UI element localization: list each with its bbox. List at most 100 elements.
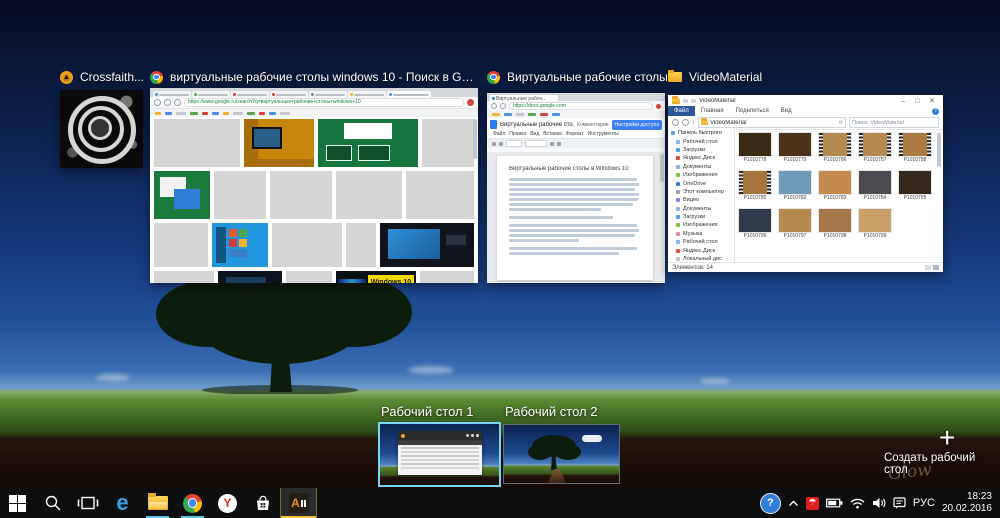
edge-icon: e <box>116 493 128 513</box>
language-indicator[interactable]: РУС <box>913 497 935 509</box>
edge-button[interactable]: e <box>105 488 140 518</box>
profile-icon <box>467 99 474 106</box>
task-view-icon <box>77 495 99 511</box>
mini-cloud <box>582 435 602 442</box>
file-item: P1010783 <box>818 171 852 201</box>
battery-icon[interactable] <box>826 498 843 508</box>
aimp-icon: ▲ <box>60 71 73 84</box>
file-explorer-button[interactable] <box>140 488 175 518</box>
explorer-file-grid: P1010778 P1010779 P1010786 P1010787 P101… <box>738 133 938 263</box>
docs-menubar: ФайлПравкаВид ВставкаФорматИнструменты <box>487 131 665 138</box>
start-button[interactable] <box>0 488 35 518</box>
new-desktop-plus-icon[interactable]: + <box>939 424 955 452</box>
desktop1-thumbnail[interactable] <box>378 422 501 487</box>
nav-pane-item: Изображения <box>668 171 734 179</box>
nav-pane-item: Документы <box>668 163 734 171</box>
explorer-title: VideoMaterial <box>699 98 736 104</box>
desktop2-thumbnail[interactable] <box>503 424 620 484</box>
docs-header: Виртуальные рабочие сто... Комментарии Н… <box>487 118 665 131</box>
doc-heading: Виртуальные рабочие столы в Windows 10 <box>509 166 641 172</box>
volume-icon[interactable] <box>872 497 886 509</box>
browser-toolbar: https://www.google.ru/search?q=виртуальн… <box>150 97 478 109</box>
task-view-button[interactable] <box>70 488 105 518</box>
scrollbar <box>473 119 477 159</box>
yandex-icon: Y <box>218 494 237 513</box>
task-thumbnail-docs[interactable]: Виртуальные рабоч... https://docs.google… <box>487 93 665 283</box>
search-button[interactable] <box>35 488 70 518</box>
window-title: VideoMaterial <box>689 70 762 84</box>
nav-pane-item: Рабочий стол <box>668 238 734 246</box>
task-thumbnail-google[interactable]: https://www.google.ru/search?q=виртуальн… <box>150 88 478 283</box>
chrome-icon <box>487 71 500 84</box>
file-item: P1010788 <box>898 133 932 163</box>
task-thumbnail-title-google: виртуальные рабочие столы windows 10 - П… <box>150 70 480 84</box>
chrome-icon <box>150 71 163 84</box>
help-tray-icon[interactable]: ? <box>760 493 781 514</box>
file-item: P1010779 <box>778 133 812 163</box>
album-art-ring <box>88 116 112 140</box>
nav-pane-item: Яндекс.Диск <box>668 246 734 254</box>
task-thumbnail-title-aimp: ▲ Crossfaith... <box>60 70 144 84</box>
nav-pane-item: Рабочий стол <box>668 137 734 145</box>
nav-pane-item: Этот компьютер <box>668 188 734 196</box>
file-explorer-icon <box>148 496 168 510</box>
nav-pane-item: Видео <box>668 196 734 204</box>
avira-tray-icon[interactable]: ☂ <box>806 497 819 510</box>
window-title: виртуальные рабочие столы windows 10 - П… <box>170 70 480 84</box>
nav-pane-item: Музыка <box>668 230 734 238</box>
explorer-statusbar: Элементов: 14 <box>668 262 943 272</box>
ribbon-tab-file: Файл <box>668 106 695 116</box>
new-desktop-button[interactable]: Создать рабочий стол <box>884 452 1000 476</box>
file-item: P1010786 <box>818 133 852 163</box>
scrollbar <box>937 133 941 167</box>
address-path: VideoMaterial <box>710 120 747 126</box>
file-item: P1010787 <box>858 133 892 163</box>
docs-doc-icon <box>490 120 497 129</box>
nav-pane-item: Изображения <box>668 221 734 229</box>
show-hidden-icons-chevron[interactable] <box>788 499 799 508</box>
folder-icon <box>672 98 680 104</box>
search-icon <box>44 494 62 512</box>
clock-date: 20.02.2016 <box>942 503 992 515</box>
file-item: P1010785 <box>898 171 932 201</box>
comments-button: Комментарии <box>577 122 609 128</box>
explorer-addressbar: ↑ VideoMaterial ⟳ Поиск: VideoMaterial <box>668 116 943 130</box>
ribbon-tab-view: Вид <box>775 108 798 114</box>
window-controls: – □ ✕ <box>901 97 939 105</box>
file-item: P1010798 <box>818 209 852 239</box>
task-thumbnail-explorer[interactable]: VideoMaterial – □ ✕ Файл Главная Поделит… <box>668 95 943 272</box>
address-bar: https://www.google.ru/search?q=виртуальн… <box>184 98 464 107</box>
chrome-button[interactable] <box>175 488 210 518</box>
ribbon-help-icon: ? <box>932 108 939 115</box>
banner-label: Windows 10 <box>368 275 414 283</box>
desktop1-label: Рабочий стол 1 <box>381 404 473 419</box>
cloud <box>700 378 730 384</box>
window-title: Виртуальные рабочие столы... <box>507 70 678 84</box>
nav-pane-item: Документы <box>668 205 734 213</box>
nav-pane-item: Загрузки <box>668 213 734 221</box>
store-icon <box>254 494 272 512</box>
docs-page-area: Виртуальные рабочие столы в Windows 10 <box>487 152 665 283</box>
taskbar: e Y A ? ☂ <box>0 488 1000 518</box>
wifi-icon[interactable] <box>850 498 865 509</box>
windows10-banner-tile: Windows 10 <box>336 271 416 283</box>
file-item: P1010780 <box>738 171 772 201</box>
aimp-button[interactable]: A <box>280 488 317 518</box>
ribbon-tab-share: Поделиться <box>730 108 775 114</box>
yandex-button[interactable]: Y <box>210 488 245 518</box>
ribbon-tab-home: Главная <box>695 108 730 114</box>
cloud <box>96 374 130 381</box>
task-thumbnail-title-explorer: VideoMaterial <box>668 70 762 84</box>
explorer-titlebar: VideoMaterial – □ ✕ <box>668 95 943 106</box>
address-bar: https://docs.google.com <box>509 102 653 110</box>
file-item: P1010796 <box>738 209 772 239</box>
action-center-icon[interactable] <box>893 497 906 509</box>
nav-pane-item: OneDrive <box>668 179 734 187</box>
doc-title: Виртуальные рабочие сто... <box>500 122 574 128</box>
task-thumbnail-aimp[interactable] <box>60 90 143 168</box>
store-button[interactable] <box>245 488 280 518</box>
clock[interactable]: 18:23 20.02.2016 <box>942 491 992 515</box>
chrome-icon <box>183 494 202 513</box>
share-button: Настройки доступа <box>612 120 662 130</box>
aimp-icon: A <box>289 493 309 513</box>
